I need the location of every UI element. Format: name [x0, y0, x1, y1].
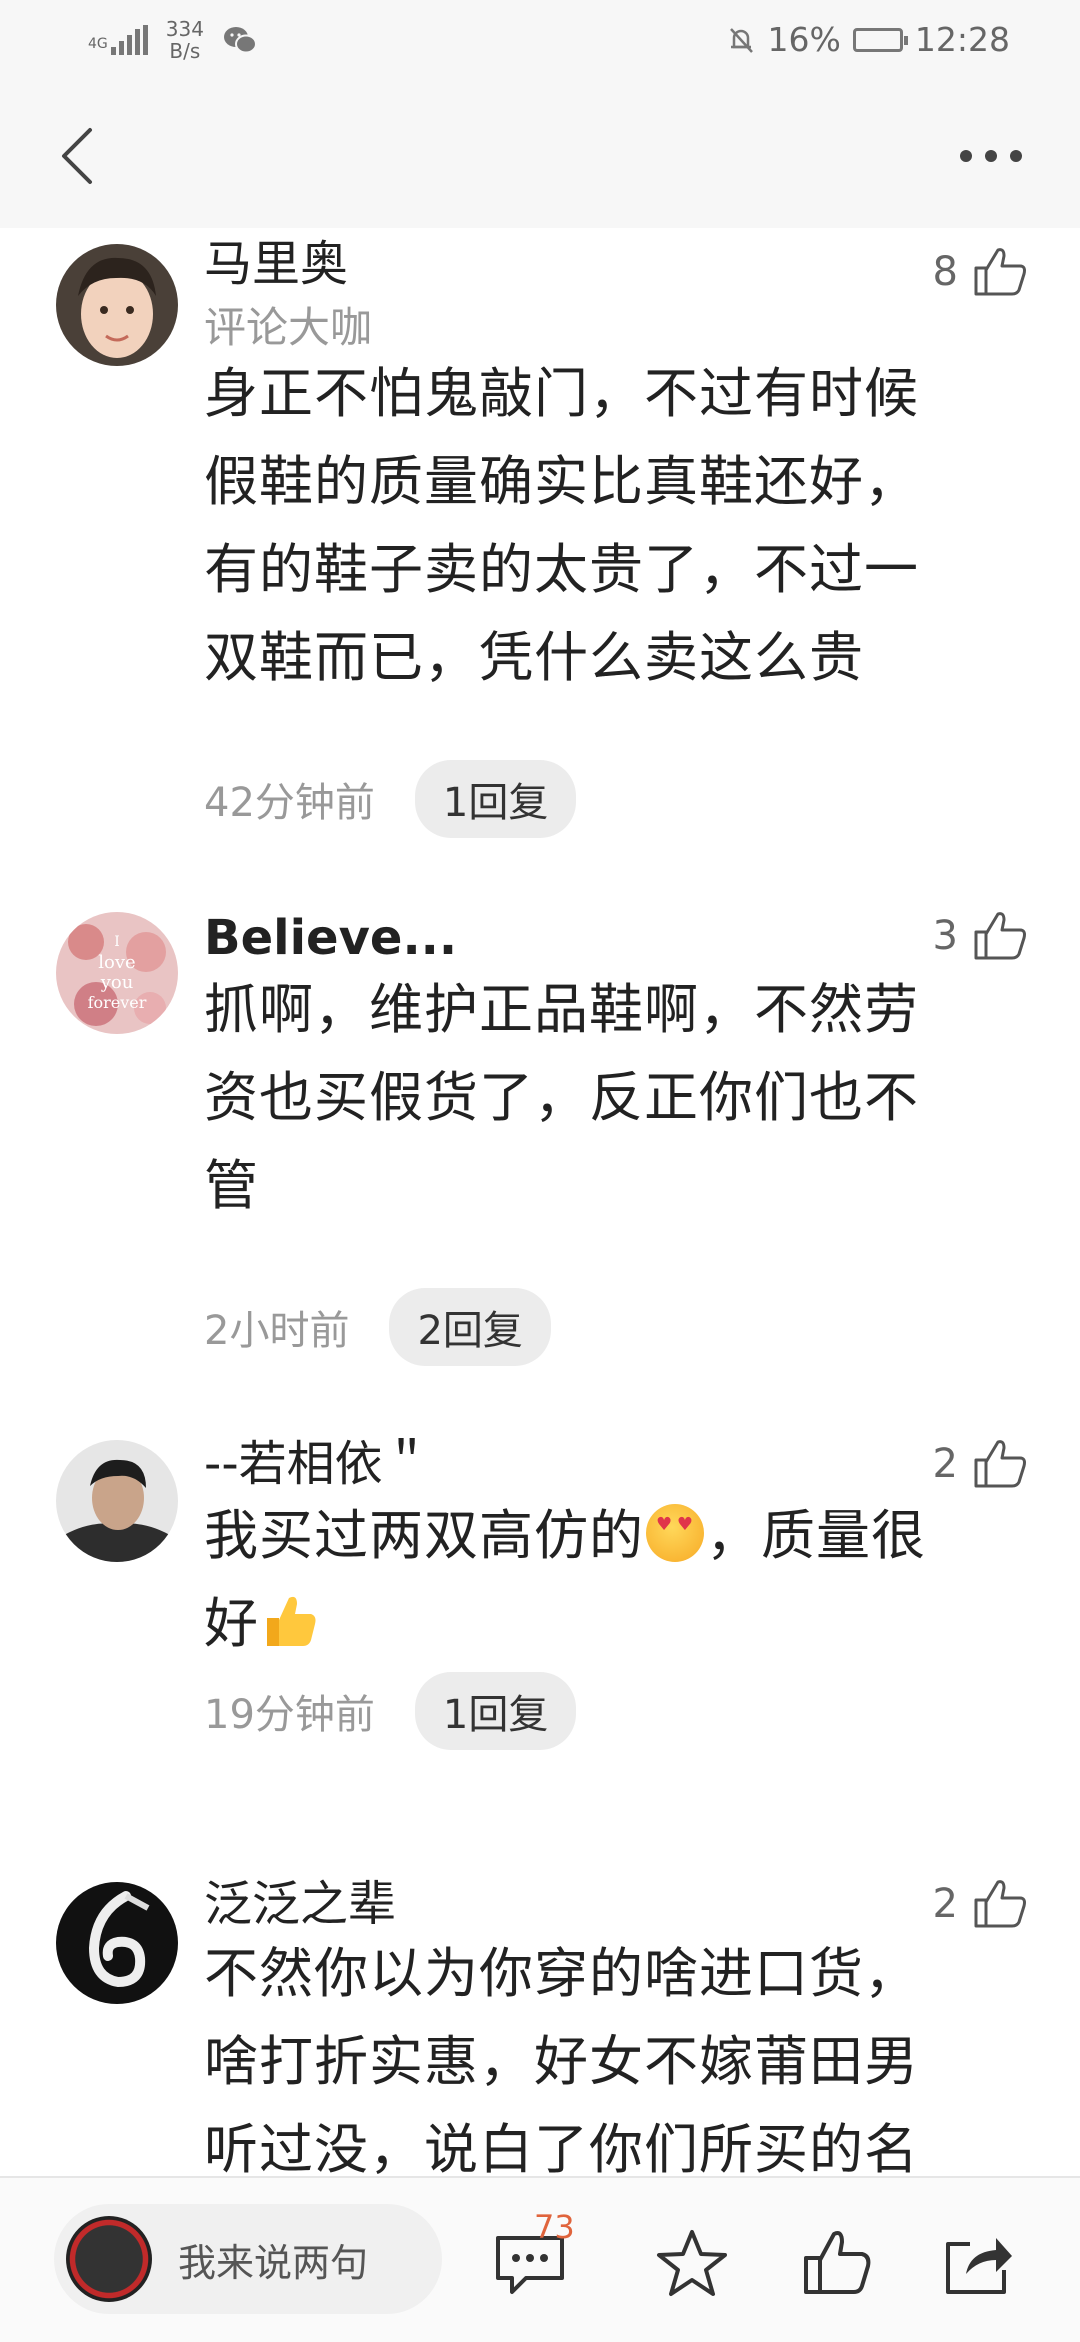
- comment-count-badge: 73: [534, 2208, 575, 2246]
- thumb-up-icon: [974, 248, 1026, 296]
- share-icon[interactable]: [940, 2228, 1016, 2298]
- nav-bar: [0, 84, 1080, 228]
- comment-time: 19分钟前: [204, 1692, 375, 1738]
- like-button[interactable]: 8: [933, 244, 1028, 300]
- network-type: 4G: [88, 36, 108, 52]
- comment-body: 不然你以为你穿的啥进口货， 啥打折实惠，好女不嫁莆田男 听过没，说白了你们所买的…: [204, 1942, 919, 2176]
- comment-item: 马里奥 评论大咖 8 身正不怕鬼敲门，不过有时候 假鞋的质量确实比真鞋还好， 有…: [0, 228, 1080, 838]
- bottom-toolbar: 我来说两句 73: [0, 2176, 1080, 2342]
- heart-eyes-emoji-icon: [646, 1504, 704, 1562]
- svg-text:love: love: [98, 952, 135, 973]
- status-bar: 4G 334 B/s 16% 12:28: [0, 0, 1080, 84]
- battery-percent: 16%: [767, 20, 841, 59]
- comment-input[interactable]: 我来说两句: [54, 2204, 442, 2314]
- like-button[interactable]: 2: [933, 1436, 1028, 1492]
- avatar[interactable]: [56, 1440, 178, 1562]
- comment-input-placeholder: 我来说两句: [178, 2241, 369, 2285]
- comment-meta: 2小时前 2回复: [204, 1288, 551, 1366]
- avatar[interactable]: I love you forever: [56, 912, 178, 1034]
- username[interactable]: 泛泛之辈: [204, 1874, 396, 1934]
- clock: 12:28: [914, 20, 1010, 59]
- mute-bell-icon: [729, 27, 753, 53]
- username[interactable]: Believe...: [204, 908, 457, 968]
- like-count: 8: [932, 249, 958, 295]
- reply-count-button[interactable]: 2回复: [389, 1288, 551, 1366]
- comment-meta: 19分钟前 1回复: [204, 1672, 577, 1750]
- comment-time: 42分钟前: [204, 780, 375, 826]
- avatar: [66, 2216, 152, 2302]
- star-icon[interactable]: [654, 2228, 730, 2298]
- svg-text:I: I: [114, 934, 120, 950]
- thumb-up-icon: [974, 1440, 1026, 1488]
- like-count: 2: [932, 1441, 958, 1487]
- comment-time: 2小时前: [204, 1308, 350, 1354]
- wechat-icon: [223, 27, 257, 54]
- battery-icon: [852, 27, 908, 52]
- avatar[interactable]: [56, 1882, 178, 2004]
- network-speed: 334 B/s: [165, 17, 204, 63]
- comment-meta: 42分钟前 1回复: [204, 760, 577, 838]
- thumb-up-icon: [974, 912, 1026, 960]
- user-badge: 评论大咖: [204, 303, 373, 352]
- username[interactable]: --若相依＂: [204, 1434, 431, 1494]
- thumb-up-icon: [974, 1880, 1026, 1928]
- like-count: 3: [932, 913, 958, 959]
- comment-body: 身正不怕鬼敲门，不过有时候 假鞋的质量确实比真鞋还好， 有的鞋子卖的太贵了，不过…: [204, 362, 919, 689]
- like-count: 2: [932, 1881, 958, 1927]
- svg-text:you: you: [100, 972, 134, 993]
- thumb-up-icon[interactable]: [798, 2228, 874, 2298]
- svg-text:forever: forever: [88, 993, 147, 1012]
- back-icon[interactable]: [50, 124, 110, 188]
- comment-body: 我买过两双高仿的，质量很 好: [204, 1492, 1034, 1668]
- reply-count-button[interactable]: 1回复: [414, 760, 577, 838]
- signal-icon: 4G: [88, 25, 148, 55]
- comment-body: 抓啊，维护正品鞋啊，不然劳 资也买假货了，反正你们也不 管: [204, 978, 919, 1217]
- more-icon[interactable]: [960, 142, 1022, 170]
- comment-list[interactable]: 马里奥 评论大咖 8 身正不怕鬼敲门，不过有时候 假鞋的质量确实比真鞋还好， 有…: [0, 228, 1080, 2176]
- username[interactable]: 马里奥: [204, 234, 348, 294]
- reply-count-button[interactable]: 1回复: [414, 1672, 577, 1750]
- avatar[interactable]: [56, 244, 178, 366]
- thumbs-up-emoji-icon: [267, 1596, 316, 1646]
- like-button[interactable]: 2: [933, 1876, 1028, 1932]
- like-button[interactable]: 3: [933, 908, 1028, 964]
